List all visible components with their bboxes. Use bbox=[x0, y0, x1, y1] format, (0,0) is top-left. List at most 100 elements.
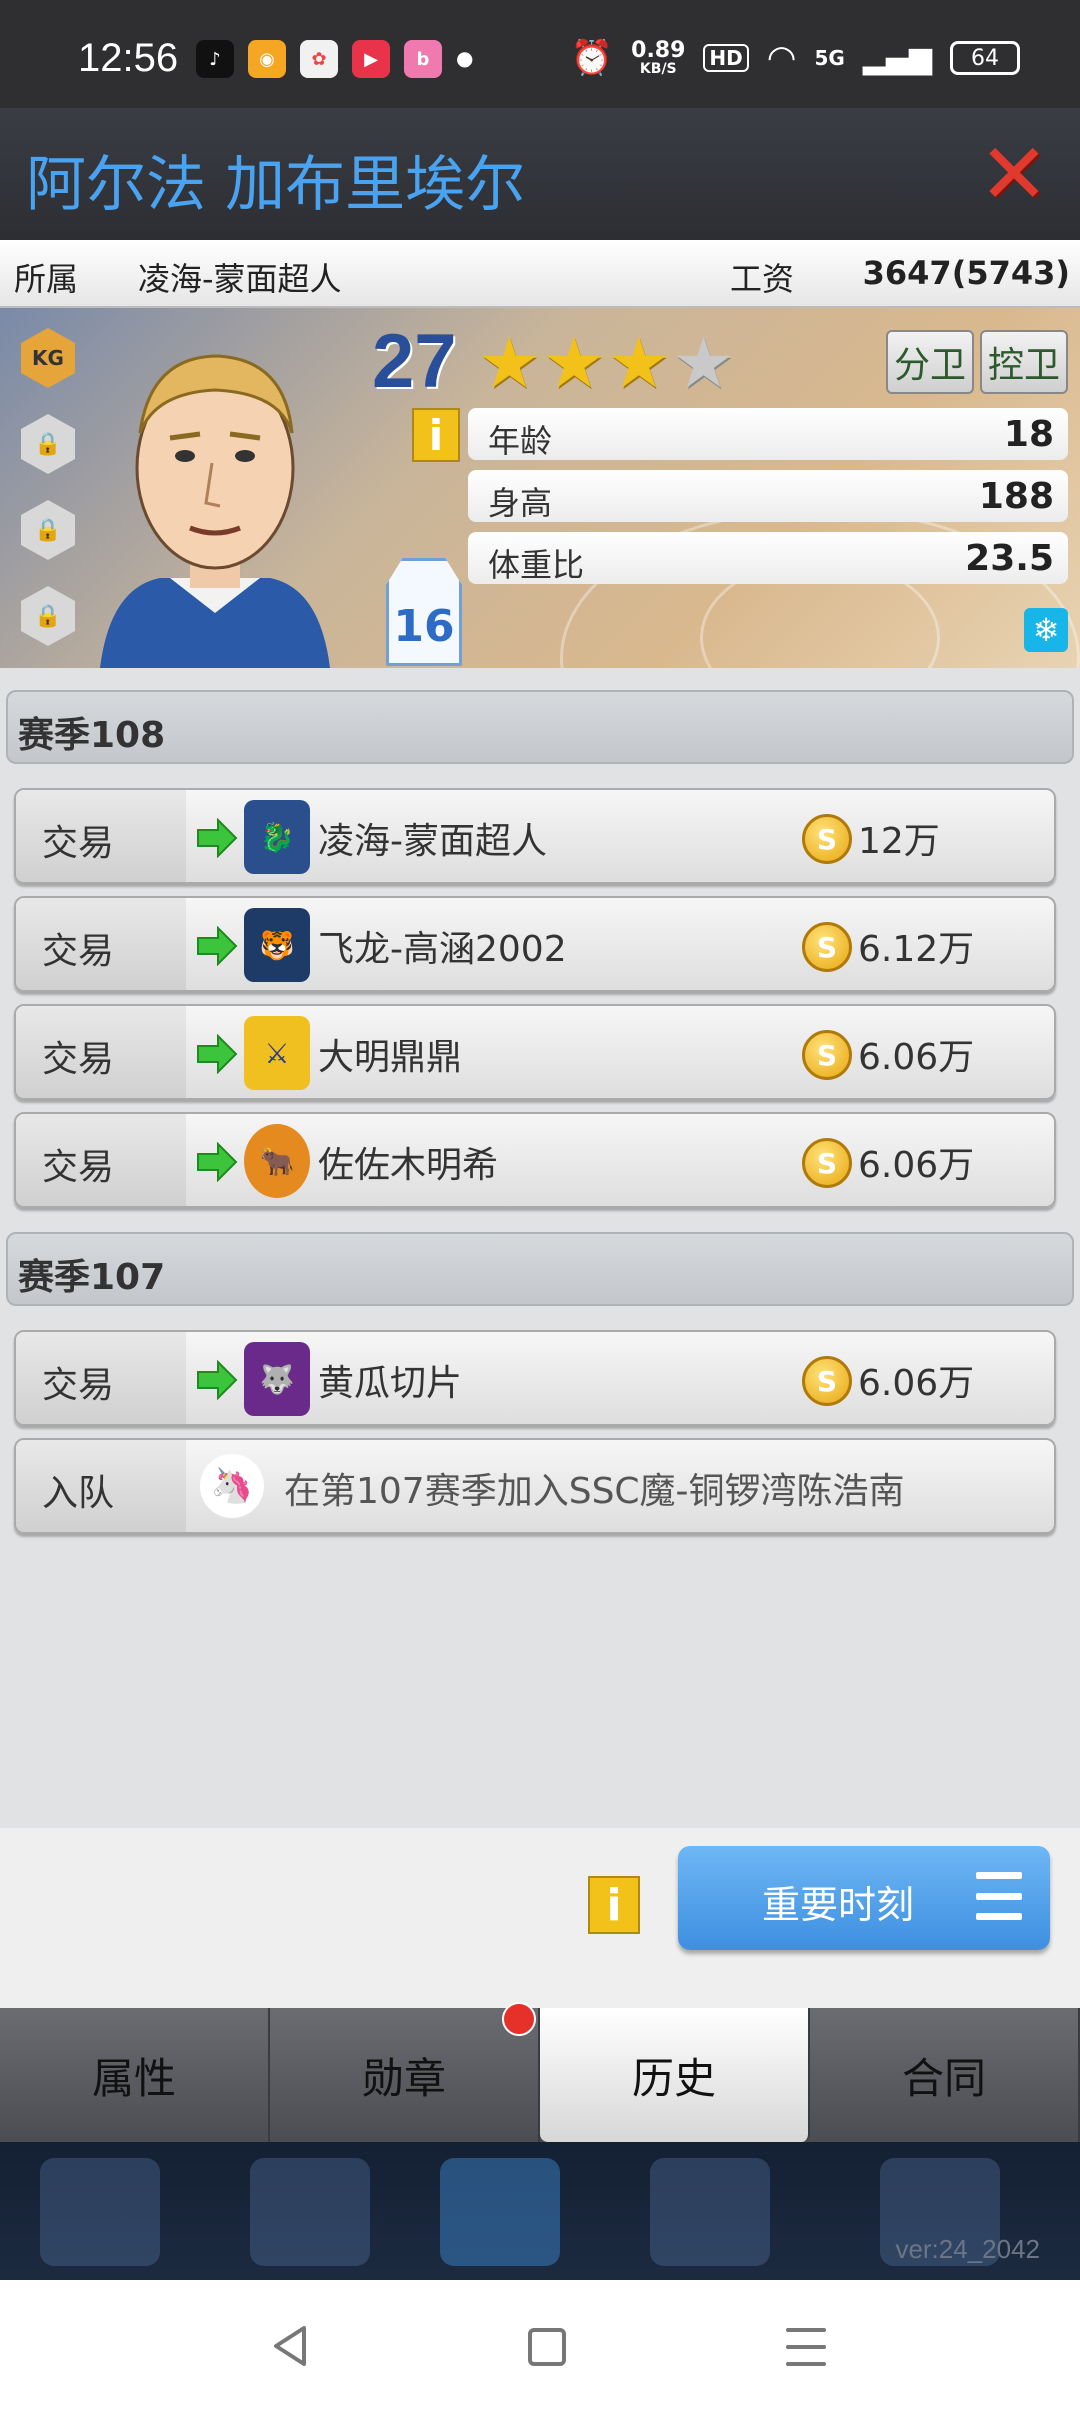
team-name: 大明鼎鼎 bbox=[318, 1037, 463, 1078]
coin-icon: S bbox=[802, 1356, 852, 1406]
tab-bar: 属性 勋章 历史 合同 bbox=[0, 2002, 1080, 2142]
player-name: 阿尔法 加布里埃尔 bbox=[26, 150, 526, 220]
stat-value: 23.5 bbox=[965, 538, 1054, 579]
back-icon[interactable] bbox=[270, 2324, 310, 2368]
tab-attributes[interactable]: 属性 bbox=[0, 2008, 270, 2142]
tab-medals[interactable]: 勋章 bbox=[270, 2008, 540, 2142]
stat-weight-ratio: 体重比 23.5 bbox=[468, 532, 1068, 584]
coin-icon: S bbox=[802, 814, 852, 864]
history-entry[interactable]: 交易 🐉 凌海-蒙面超人 S 12万 bbox=[14, 788, 1056, 884]
blurred-nav-icon[interactable] bbox=[250, 2158, 370, 2266]
salary-label: 工资 bbox=[730, 260, 795, 298]
star-filled-icon: ★ bbox=[607, 322, 671, 404]
arrow-right-icon bbox=[197, 818, 238, 858]
price: 12万 bbox=[858, 821, 940, 862]
season-header: 赛季108 bbox=[6, 690, 1074, 764]
status-bar: 12:56 ♪ ◉ ✿ ▶ b ● ⏰ 0.89 KB/S HD ◠ 5G ▂▄… bbox=[0, 0, 1080, 108]
coin-icon: S bbox=[802, 922, 852, 972]
star-rating: ★ ★ ★ ★ bbox=[478, 328, 735, 398]
salary-value: 3647(5743) bbox=[862, 254, 1070, 292]
notification-dot bbox=[502, 2002, 536, 2036]
info-icon[interactable]: i bbox=[412, 408, 460, 462]
star-filled-icon: ★ bbox=[542, 322, 606, 404]
season-header: 赛季107 bbox=[6, 1232, 1074, 1306]
menu-icon bbox=[976, 1872, 1022, 1920]
stat-label: 体重比 bbox=[488, 546, 585, 584]
more-dot-icon: ● bbox=[456, 46, 474, 70]
home-icon[interactable] bbox=[528, 2328, 566, 2366]
history-list: 赛季108 交易 🐉 凌海-蒙面超人 S 12万 交易 🐯 飞龙-高涵2002 … bbox=[0, 668, 1080, 1828]
status-indicators: ⏰ 0.89 KB/S HD ◠ 5G ▂▄▆ 64 bbox=[571, 38, 1020, 78]
hd-badge: HD bbox=[703, 44, 749, 72]
wifi-icon: ◠ bbox=[766, 38, 797, 78]
app-icon: ✿ bbox=[300, 40, 338, 78]
history-entry-join[interactable]: 入队 🦄 在第107赛季加入SSC魔-铜锣湾陈浩南 bbox=[14, 1438, 1056, 1534]
affiliation-team: 凌海-蒙面超人 bbox=[138, 260, 342, 298]
star-empty-icon: ★ bbox=[672, 322, 736, 404]
position-tag: 分卫 bbox=[885, 330, 974, 394]
price: 6.12万 bbox=[858, 929, 975, 970]
snowflake-icon[interactable]: ❄ bbox=[1024, 608, 1068, 652]
team-logo-icon: 🦄 bbox=[200, 1454, 264, 1518]
team-logo-icon: 🐯 bbox=[244, 908, 310, 982]
stat-value: 18 bbox=[1003, 414, 1054, 455]
player-rating: 27 bbox=[372, 319, 457, 404]
history-entry[interactable]: 交易 🐺 黄瓜切片 S 6.06万 bbox=[14, 1330, 1056, 1426]
net-speed-unit: KB/S bbox=[639, 61, 677, 77]
badge-column: KG 🔒 🔒 🔒 bbox=[18, 328, 78, 646]
player-avatar bbox=[100, 354, 330, 668]
title-bar: 阿尔法 加布里埃尔 ✕ bbox=[0, 108, 1080, 240]
status-time: 12:56 bbox=[78, 36, 179, 80]
history-entry[interactable]: 交易 🐂 佐佐木明希 S 6.06万 bbox=[14, 1112, 1056, 1208]
battery-icon: 64 bbox=[950, 41, 1020, 75]
action-bar: i 重要时刻 bbox=[0, 1828, 1080, 2008]
entry-type: 交易 bbox=[16, 1332, 186, 1424]
tab-history[interactable]: 历史 bbox=[540, 2008, 810, 2142]
history-entry[interactable]: 交易 ⚔ 大明鼎鼎 S 6.06万 bbox=[14, 1004, 1056, 1100]
arrow-right-icon bbox=[197, 1142, 238, 1182]
important-moments-button[interactable]: 重要时刻 bbox=[678, 1846, 1050, 1950]
position-tag: 控卫 bbox=[979, 330, 1068, 394]
position-tags: 分卫 控卫 bbox=[885, 330, 1068, 394]
recent-apps-icon[interactable] bbox=[786, 2328, 826, 2366]
video-icon: ▶ bbox=[352, 40, 390, 78]
lock-icon[interactable]: 🔒 bbox=[21, 500, 75, 560]
blurred-nav-icon[interactable] bbox=[40, 2158, 160, 2266]
blurred-nav-icon[interactable] bbox=[440, 2158, 560, 2266]
blurred-nav-icon[interactable] bbox=[650, 2158, 770, 2266]
entry-type: 交易 bbox=[16, 1114, 186, 1206]
history-entry[interactable]: 交易 🐯 飞龙-高涵2002 S 6.12万 bbox=[14, 896, 1056, 992]
price: 6.06万 bbox=[858, 1037, 975, 1078]
version-label: ver:24_2042 bbox=[895, 2234, 1040, 2264]
arrow-right-icon bbox=[197, 1034, 238, 1074]
signal-icon: ▂▄▆ bbox=[862, 40, 932, 76]
lock-icon[interactable]: 🔒 bbox=[21, 414, 75, 474]
game-bottom-bar: ver:24_2042 bbox=[0, 2142, 1080, 2280]
entry-type: 交易 bbox=[16, 790, 186, 882]
stat-height: 身高 188 bbox=[468, 470, 1068, 522]
coin-icon: S bbox=[802, 1030, 852, 1080]
team-logo-icon: 🐺 bbox=[244, 1342, 310, 1416]
team-name: 凌海-蒙面超人 bbox=[318, 821, 547, 862]
kg-badge[interactable]: KG bbox=[21, 328, 75, 388]
arrow-right-icon bbox=[197, 926, 238, 966]
price: 6.06万 bbox=[858, 1363, 975, 1404]
team-name: 飞龙-高涵2002 bbox=[318, 929, 567, 970]
jersey-number: 16 bbox=[393, 600, 455, 652]
entry-type: 交易 bbox=[16, 898, 186, 990]
stat-age: 年龄 18 bbox=[468, 408, 1068, 460]
alarm-icon: ⏰ bbox=[570, 38, 614, 78]
entry-type: 入队 bbox=[16, 1440, 186, 1532]
lock-icon[interactable]: 🔒 bbox=[21, 586, 75, 646]
battery-level: 64 bbox=[971, 45, 999, 71]
team-logo-icon: 🐂 bbox=[244, 1124, 310, 1198]
join-text: 在第107赛季加入SSC魔-铜锣湾陈浩南 bbox=[284, 1471, 905, 1512]
button-label: 重要时刻 bbox=[762, 1883, 915, 1927]
info-icon[interactable]: i bbox=[588, 1876, 640, 1934]
arrow-right-icon bbox=[197, 1360, 238, 1400]
bilibili-icon: b bbox=[404, 40, 442, 78]
close-icon[interactable]: ✕ bbox=[978, 132, 1050, 216]
tab-contract[interactable]: 合同 bbox=[810, 2008, 1080, 2142]
affiliation-row: 所属 凌海-蒙面超人 工资 3647(5743) bbox=[0, 240, 1080, 308]
affiliation-label: 所属 bbox=[14, 260, 79, 298]
